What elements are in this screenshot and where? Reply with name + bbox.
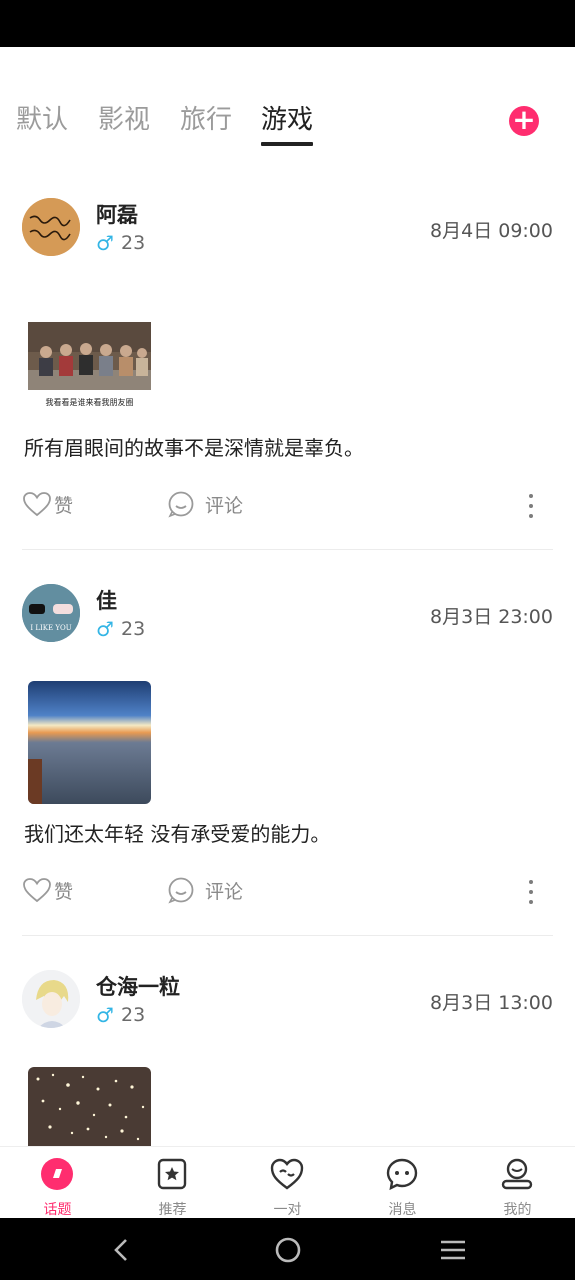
calligraphy-avatar-image: [22, 198, 80, 256]
tab-game[interactable]: 游戏: [261, 100, 314, 146]
back-icon[interactable]: [106, 1234, 138, 1266]
bottom-nav: 话题 推荐 一对 消息 我的: [0, 1146, 575, 1219]
menu-icon[interactable]: [437, 1234, 469, 1266]
recommend-icon: [157, 1158, 187, 1190]
home-icon[interactable]: [272, 1234, 304, 1266]
heart-icon: [23, 492, 51, 517]
nav-label: 消息: [388, 1202, 417, 1218]
divider: [22, 549, 553, 550]
post-image[interactable]: 我看看是谁来看我朋友圈: [28, 322, 151, 408]
more-options-icon[interactable]: [526, 494, 536, 524]
comment-icon: [168, 491, 194, 518]
avatar[interactable]: [22, 970, 80, 1028]
nav-profile[interactable]: 我的: [460, 1147, 575, 1219]
comment-label: 评论: [205, 880, 244, 903]
nav-label: 我的: [503, 1202, 532, 1218]
tab-default[interactable]: 默认: [16, 100, 68, 140]
nav-match[interactable]: 一对: [230, 1147, 345, 1219]
system-nav-bar: [0, 1218, 575, 1280]
more-options-icon[interactable]: [526, 880, 536, 910]
username[interactable]: 仓海一粒: [96, 971, 180, 1001]
comment-button[interactable]: 评论: [167, 490, 243, 518]
post-time: 8月3日 13:00: [430, 992, 553, 1014]
username[interactable]: 佳: [96, 585, 117, 615]
tab-travel[interactable]: 旅行: [180, 100, 232, 140]
like-label: 赞: [54, 494, 74, 517]
post-time: 8月3日 23:00: [430, 606, 553, 628]
match-icon: [270, 1158, 304, 1190]
post-text: 我们还太年轻 没有承受爱的能力。: [24, 822, 331, 846]
category-tabs: 默认 影视 旅行 游戏: [0, 100, 575, 150]
group-photo: [28, 322, 151, 390]
message-icon: [386, 1158, 418, 1191]
divider: [22, 935, 553, 936]
post-time: 8月4日 09:00: [430, 220, 553, 242]
comment-icon: [168, 877, 194, 904]
image-caption: 我看看是谁来看我朋友圈: [45, 398, 134, 407]
profile-icon: [501, 1158, 533, 1190]
animals-avatar-image: I LIKE YOU: [22, 584, 80, 642]
sky-photo: [28, 681, 151, 804]
tab-film[interactable]: 影视: [98, 100, 150, 140]
male-icon: ♂: [96, 617, 114, 641]
post-image[interactable]: [28, 1067, 151, 1146]
nav-message[interactable]: 消息: [345, 1147, 460, 1219]
topic-icon: [41, 1158, 73, 1190]
male-icon: ♂: [96, 1003, 114, 1027]
age: 23: [121, 232, 146, 254]
male-icon: ♂: [96, 231, 114, 255]
post-image[interactable]: [28, 681, 151, 804]
nav-label: 一对: [273, 1202, 302, 1218]
post-text: 所有眉眼间的故事不是深情就是辜负。: [24, 436, 364, 460]
add-post-button[interactable]: +: [509, 106, 539, 136]
status-bar: [0, 0, 575, 47]
age: 23: [121, 618, 146, 640]
like-label: 赞: [54, 880, 74, 903]
comment-button[interactable]: 评论: [167, 876, 243, 904]
like-button[interactable]: 赞: [22, 490, 73, 518]
plus-icon: +: [512, 103, 536, 136]
avatar[interactable]: I LIKE YOU: [22, 584, 80, 642]
age: 23: [121, 1004, 146, 1026]
heart-icon: [23, 878, 51, 903]
lights-photo: [28, 1067, 151, 1146]
username[interactable]: 阿磊: [96, 199, 138, 229]
nav-topic[interactable]: 话题: [0, 1147, 115, 1219]
comment-label: 评论: [205, 494, 244, 517]
nav-label: 话题: [43, 1202, 72, 1218]
avatar[interactable]: [22, 198, 80, 256]
anime-avatar-image: [22, 970, 80, 1028]
avatar-text: I LIKE YOU: [30, 624, 71, 632]
nav-recommend[interactable]: 推荐: [115, 1147, 230, 1219]
nav-label: 推荐: [158, 1202, 187, 1218]
like-button[interactable]: 赞: [22, 876, 73, 904]
